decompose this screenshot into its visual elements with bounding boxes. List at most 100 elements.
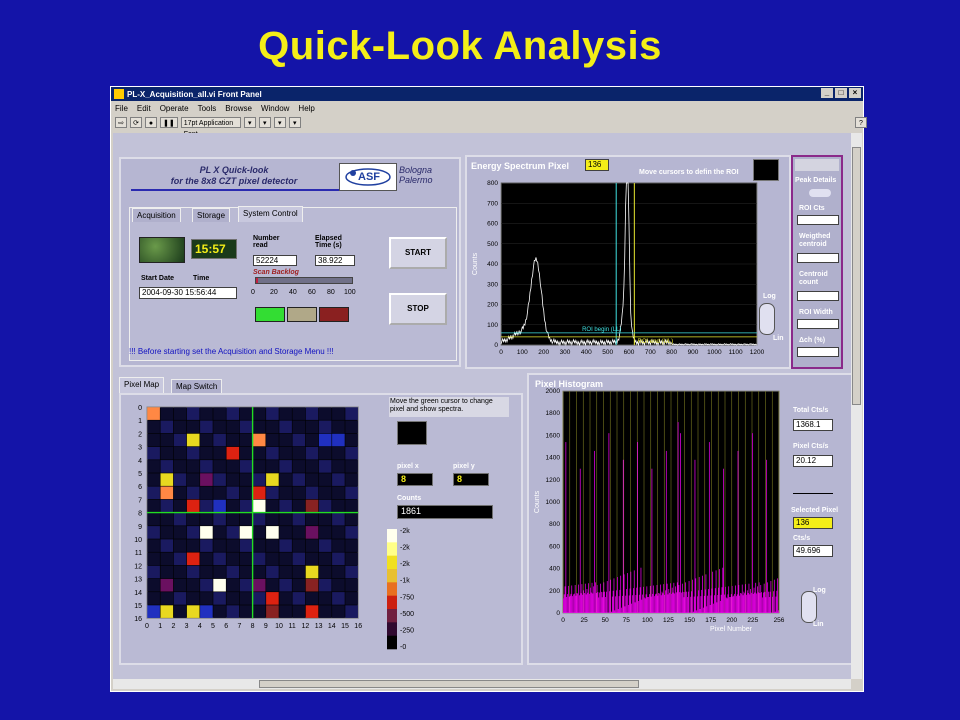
menu-edit[interactable]: Edit bbox=[137, 104, 151, 113]
histogram-bar bbox=[727, 594, 729, 613]
centroid-label: Weigthed centroid bbox=[799, 233, 831, 248]
horizontal-scroll-thumb[interactable] bbox=[259, 680, 639, 688]
map-cell bbox=[173, 446, 187, 460]
histogram-ytick: 600 bbox=[549, 543, 560, 550]
peak-toolbar-icon[interactable] bbox=[795, 159, 839, 171]
tab-pixel-map[interactable]: Pixel Map bbox=[119, 377, 165, 393]
pixel-y-field[interactable]: 8 bbox=[453, 473, 489, 486]
menu-tools[interactable]: Tools bbox=[198, 104, 217, 113]
tab-system-control[interactable]: System Control bbox=[238, 206, 303, 222]
vertical-scroll-thumb[interactable] bbox=[852, 147, 861, 405]
start-button[interactable]: START bbox=[389, 237, 447, 269]
menu-operate[interactable]: Operate bbox=[160, 104, 189, 113]
map-cell bbox=[173, 420, 187, 434]
spectrum-xtick: 1000 bbox=[707, 349, 722, 356]
vertical-scrollbar[interactable] bbox=[851, 133, 862, 679]
map-cell bbox=[200, 565, 213, 579]
map-xtick: 0 bbox=[145, 623, 149, 630]
map-cell bbox=[173, 499, 187, 513]
map-cell bbox=[332, 526, 345, 539]
reorder-icon[interactable]: ▾ bbox=[288, 117, 301, 128]
histogram-bar bbox=[686, 591, 687, 613]
map-cell bbox=[213, 460, 226, 473]
histogram-bar bbox=[676, 582, 678, 613]
map-cell bbox=[318, 605, 332, 618]
histogram-ytick: 200 bbox=[549, 588, 560, 595]
map-cell bbox=[173, 578, 187, 592]
hist-log-lin-toggle[interactable] bbox=[801, 591, 817, 623]
histogram-bar bbox=[728, 586, 730, 613]
spectrum-xtick: 400 bbox=[581, 349, 592, 356]
histogram-bar bbox=[748, 583, 750, 613]
delta-ch-field bbox=[797, 347, 839, 357]
font-select[interactable]: 17pt Application Font bbox=[180, 117, 241, 138]
menu-file[interactable]: File bbox=[115, 104, 128, 113]
abort-icon[interactable]: ● bbox=[145, 117, 157, 128]
map-cell bbox=[345, 592, 358, 605]
window-title: PL-X_Acquisition_all.vi Front Panel bbox=[127, 89, 262, 99]
histogram-bar bbox=[640, 567, 642, 613]
help-icon[interactable]: ? bbox=[855, 117, 867, 128]
histogram-bar bbox=[697, 596, 698, 613]
histogram-bar bbox=[587, 592, 589, 613]
distribute-icon[interactable]: ▾ bbox=[258, 117, 271, 128]
map-cell bbox=[186, 460, 200, 473]
map-xtick: 7 bbox=[237, 623, 241, 630]
map-cell bbox=[252, 526, 266, 539]
histogram-bar bbox=[620, 575, 622, 613]
selected-pixel-field[interactable]: 136 bbox=[793, 517, 833, 529]
map-hint: Move the green cursor to change pixel an… bbox=[389, 397, 509, 417]
spectrum-xtick: 1200 bbox=[750, 349, 765, 356]
spectrum-xtick: 100 bbox=[517, 349, 528, 356]
map-cell bbox=[226, 512, 240, 526]
histogram-bar bbox=[664, 594, 665, 613]
spectrum-xtick: 700 bbox=[645, 349, 656, 356]
selected-pixel-label: Selected Pixel bbox=[791, 507, 839, 514]
map-cell bbox=[305, 539, 319, 552]
map-cell bbox=[305, 605, 319, 618]
pixel-map-graph[interactable]: 0011223344556677889910101111121213131414… bbox=[125, 397, 373, 661]
histogram-bar bbox=[643, 586, 644, 613]
run-continuous-icon[interactable]: ⟳ bbox=[130, 117, 142, 128]
scale-label: -2k bbox=[400, 561, 410, 568]
histogram-bar bbox=[725, 597, 727, 613]
peak-toggle[interactable] bbox=[809, 189, 831, 197]
map-cell bbox=[173, 433, 187, 447]
map-xtick: 16 bbox=[354, 623, 362, 630]
map-cell bbox=[226, 446, 240, 460]
log-lin-toggle[interactable] bbox=[759, 303, 775, 335]
resize-icon[interactable]: ▾ bbox=[273, 117, 286, 128]
pixel-x-field[interactable]: 8 bbox=[397, 473, 433, 486]
map-cell bbox=[200, 526, 213, 539]
align-icon[interactable]: ▾ bbox=[243, 117, 256, 128]
map-cell bbox=[279, 446, 292, 460]
map-cell bbox=[200, 407, 213, 420]
pause-icon[interactable]: ❚❚ bbox=[160, 117, 178, 128]
histogram-bar bbox=[755, 582, 757, 613]
histogram-bar bbox=[633, 570, 635, 613]
close-button[interactable]: × bbox=[849, 88, 861, 98]
horizontal-scrollbar[interactable] bbox=[113, 679, 851, 689]
stop-button[interactable]: STOP bbox=[389, 293, 447, 325]
histogram-bar bbox=[606, 591, 607, 613]
tab-acquisition[interactable]: Acquisition bbox=[132, 208, 181, 222]
histogram-bar bbox=[596, 585, 598, 613]
tab-storage[interactable]: Storage bbox=[192, 208, 231, 222]
tab-map-switch[interactable]: Map Switch bbox=[171, 379, 223, 393]
maximize-button[interactable]: □ bbox=[835, 88, 847, 98]
run-arrow-icon[interactable]: ⇨ bbox=[115, 117, 127, 128]
map-cell bbox=[213, 526, 226, 539]
map-cell bbox=[266, 486, 279, 500]
map-cell bbox=[305, 552, 319, 566]
menu-window[interactable]: Window bbox=[261, 104, 289, 113]
map-xtick: 1 bbox=[158, 623, 162, 630]
menu-browse[interactable]: Browse bbox=[225, 104, 252, 113]
histogram-bar bbox=[628, 595, 630, 613]
histogram-bar bbox=[648, 597, 649, 613]
histogram-bar bbox=[713, 603, 714, 613]
minimize-button[interactable]: _ bbox=[821, 88, 833, 98]
cursor-palette-icon-map[interactable] bbox=[397, 421, 427, 445]
histogram-bar bbox=[759, 593, 761, 613]
menu-help[interactable]: Help bbox=[298, 104, 314, 113]
histogram-bar bbox=[626, 589, 627, 613]
